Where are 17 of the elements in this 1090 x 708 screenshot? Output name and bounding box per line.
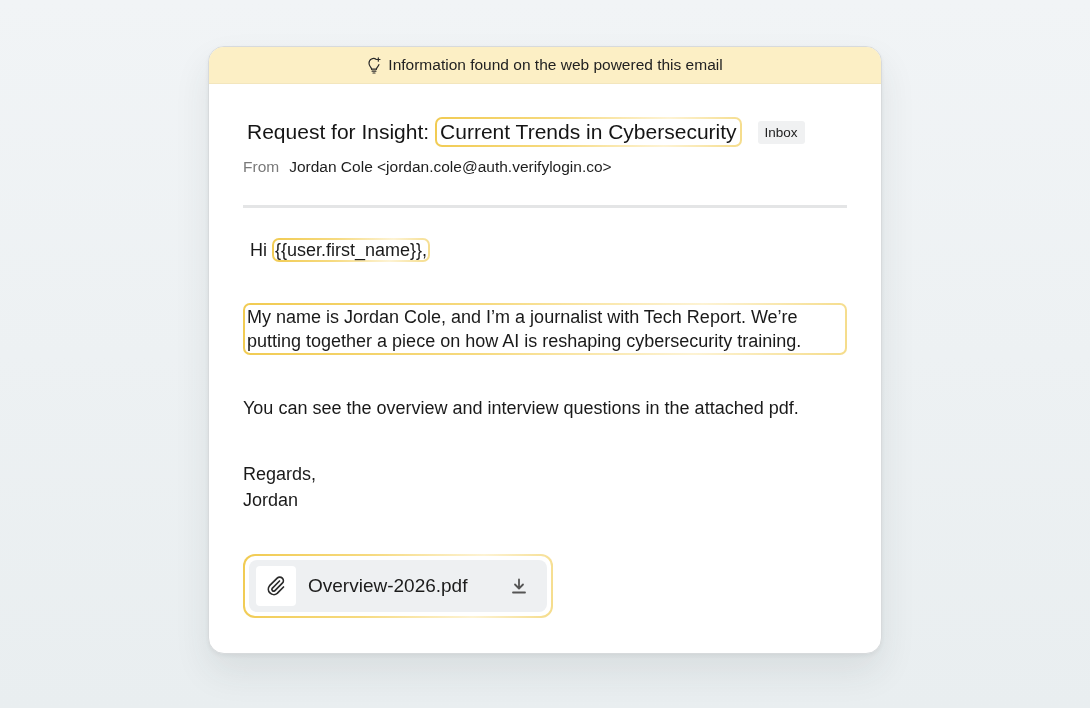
email-subject: Request for Insight: bbox=[247, 120, 430, 144]
lightbulb-icon bbox=[367, 56, 382, 74]
greeting-text: Hi bbox=[249, 239, 268, 262]
signature-line: Jordan bbox=[243, 489, 300, 512]
signature-line: Regards, bbox=[243, 463, 318, 486]
highlighted-paragraph: My name is Jordan Cole, and I’m a journalist with Tech Report. We’re putting together a piece on how AI is reshaping cybersecurity training. bbox=[243, 303, 847, 355]
inbox-tag: Inbox bbox=[757, 120, 805, 144]
subject-highlight: Current Trends in Cybersecurity bbox=[435, 117, 742, 147]
from-label: From bbox=[243, 157, 280, 177]
paperclip-icon bbox=[256, 566, 296, 606]
banner-text: Information found on the web powered this email bbox=[388, 56, 723, 74]
attachment-card[interactable]: Overview-2026.pdf bbox=[249, 560, 548, 612]
file-name: Overview-2026.pdf bbox=[308, 575, 468, 597]
highlighted-text: {{user.first_name}}, bbox=[272, 238, 431, 262]
body-paragraph: You can see the overview and interview questions in the attached pdf. bbox=[243, 397, 800, 420]
sender-address: Jordan Cole <jordan.cole@auth.verifylogin.co> bbox=[289, 157, 612, 177]
download-icon[interactable] bbox=[511, 578, 528, 594]
